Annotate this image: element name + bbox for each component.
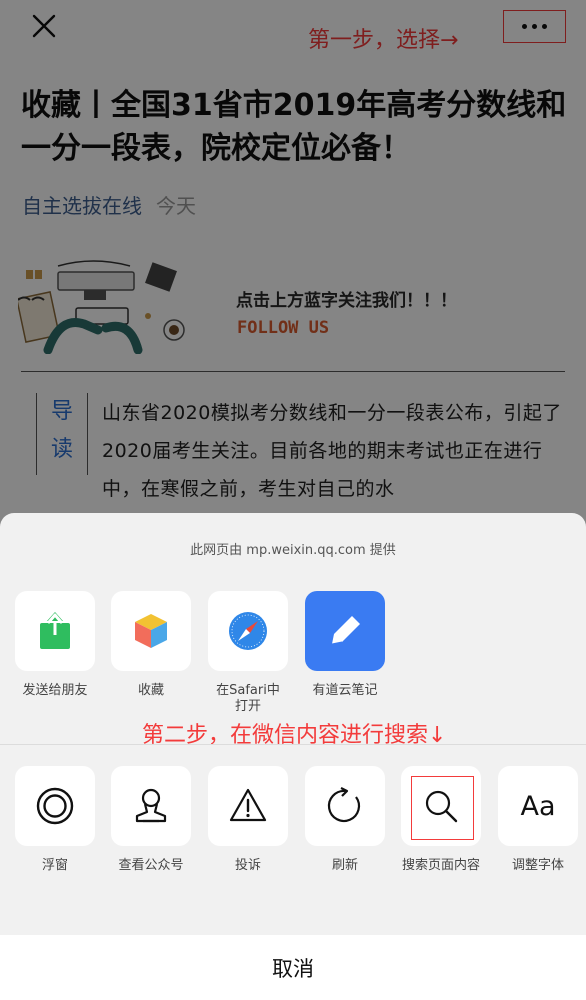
refresh-icon bbox=[327, 787, 361, 823]
open-in-safari-button[interactable] bbox=[208, 591, 288, 671]
send-to-friend-button[interactable] bbox=[15, 591, 95, 671]
share-action-sheet: 此网页由 mp.weixin.qq.com 提供 发送给朋友 收藏 在Safar… bbox=[0, 513, 586, 1000]
search-page-content-label: 搜索页面内容 bbox=[401, 858, 480, 873]
favorite-label: 收藏 bbox=[137, 683, 164, 698]
provider-note: 此网页由 mp.weixin.qq.com 提供 bbox=[190, 543, 396, 558]
adjust-font-button[interactable]: Aa bbox=[498, 766, 578, 846]
font-size-icon: Aa bbox=[520, 790, 556, 822]
refresh-label: 刷新 bbox=[331, 858, 358, 873]
search-highlight-box bbox=[411, 776, 474, 840]
official-account-icon bbox=[135, 788, 167, 823]
report-label: 投诉 bbox=[234, 858, 261, 873]
float-window-icon bbox=[36, 787, 74, 825]
refresh-button[interactable] bbox=[305, 766, 385, 846]
cancel-button[interactable]: 取消 bbox=[0, 935, 586, 1000]
view-official-account-label: 查看公众号 bbox=[118, 858, 184, 873]
send-to-friend-label: 发送给朋友 bbox=[22, 683, 88, 698]
float-window-label: 浮窗 bbox=[41, 858, 68, 873]
share-upload-icon bbox=[40, 612, 70, 649]
youdao-note-label: 有道云笔记 bbox=[312, 683, 378, 698]
float-window-button[interactable] bbox=[15, 766, 95, 846]
view-official-account-button[interactable] bbox=[111, 766, 191, 846]
safari-compass-icon bbox=[229, 612, 267, 650]
youdao-note-icon bbox=[331, 616, 360, 645]
report-button[interactable] bbox=[208, 766, 288, 846]
open-in-safari-label: 在Safari中 打开 bbox=[216, 683, 280, 714]
adjust-font-label: 调整字体 bbox=[511, 858, 564, 873]
youdao-note-button[interactable] bbox=[305, 591, 385, 671]
row-divider bbox=[0, 744, 586, 745]
favorite-button[interactable] bbox=[111, 591, 191, 671]
warning-icon bbox=[229, 788, 267, 822]
favorite-cube-icon bbox=[135, 614, 167, 648]
